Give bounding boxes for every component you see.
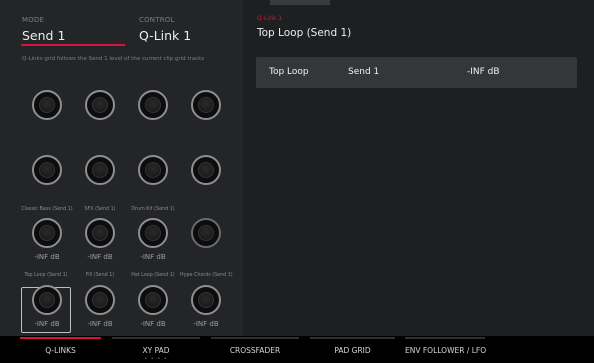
qlink-panel: MODE Send 1 CONTROL Q-Link 1 Q-Links gri… (0, 0, 243, 336)
knob-value: -INF dB (34, 253, 60, 261)
qlink-knob-9[interactable] (32, 218, 62, 248)
tab-indicator (405, 337, 485, 339)
qlink-knob-6[interactable] (85, 155, 115, 185)
grid-hint-text: Q-Links grid follows the Send 1 level of… (22, 56, 205, 62)
qlink-knob-2[interactable] (85, 90, 115, 120)
qlink-assignment-title: Top Loop (Send 1) (257, 27, 352, 39)
tab-label: XY PAD (142, 346, 170, 355)
control-label: CONTROL (139, 16, 175, 24)
tab-dots: • • • • (144, 356, 168, 362)
tab-label: Q-LINKS (45, 346, 76, 355)
qlink-knob-16[interactable] (191, 285, 221, 315)
tab-indicator (112, 337, 200, 339)
tab-q-links[interactable]: Q-LINKS (20, 336, 101, 363)
qlink-number-label: Q-Link 1 (257, 15, 283, 22)
knob-name: SFX (Send 1) (84, 207, 116, 212)
knob-name: Hat Loop (Send 1) (131, 273, 175, 278)
qlink-knob-5[interactable] (32, 155, 62, 185)
qlink-knob-10[interactable] (85, 218, 115, 248)
qlink-knob-11[interactable] (138, 218, 168, 248)
knob-name: Top Loop (Send 1) (24, 273, 68, 278)
knob-value: -INF dB (87, 320, 113, 328)
top-tab-handle (270, 0, 330, 5)
qlink-knob-4[interactable] (191, 90, 221, 120)
tab-crossfader[interactable]: CROSSFADER (211, 336, 299, 363)
qlink-knob-13[interactable] (32, 285, 62, 315)
knob-value: -INF dB (193, 320, 219, 328)
mode-label: MODE (22, 16, 45, 24)
tab-indicator (310, 337, 395, 339)
knob-value: -INF dB (34, 320, 60, 328)
qlink-knob-12[interactable] (191, 218, 221, 248)
bottom-tab-bar: Q-LINKS XY PAD • • • • CROSSFADER PAD GR… (0, 336, 594, 363)
qlink-knob-7[interactable] (138, 155, 168, 185)
qlink-knob-8[interactable] (191, 155, 221, 185)
row-track-name: Top Loop (269, 67, 309, 77)
tab-label: ENV FOLLOWER / LFO (405, 346, 487, 355)
knob-value: -INF dB (140, 320, 166, 328)
knob-name: Hype Chords (Send 1) (180, 273, 233, 278)
knob-name: Classic Bass (Send 1) (21, 207, 73, 212)
tab-label: PAD GRID (334, 346, 371, 355)
knob-value: -INF dB (140, 253, 166, 261)
qlink-knob-14[interactable] (85, 285, 115, 315)
tab-indicator (20, 337, 101, 339)
detail-panel (243, 0, 594, 336)
knob-name: Fill (Send 1) (85, 273, 115, 278)
control-selector[interactable]: Q-Link 1 (139, 28, 191, 43)
mode-underline (21, 44, 125, 46)
tab-pad-grid[interactable]: PAD GRID (310, 336, 395, 363)
tab-label: CROSSFADER (229, 346, 281, 355)
qlink-knob-3[interactable] (138, 90, 168, 120)
knob-value: -INF dB (87, 253, 113, 261)
qlink-knob-1[interactable] (32, 90, 62, 120)
tab-indicator (211, 337, 299, 339)
knob-name: Drum Kit (Send 1) (131, 207, 175, 212)
assignment-row[interactable]: Top Loop Send 1 -INF dB (256, 57, 577, 88)
row-parameter: Send 1 (348, 67, 380, 77)
qlink-knob-15[interactable] (138, 285, 168, 315)
row-value: -INF dB (467, 67, 500, 77)
tab-env-follower-lfo[interactable]: ENV FOLLOWER / LFO (405, 336, 487, 363)
tab-xy-pad[interactable]: XY PAD • • • • (112, 336, 200, 363)
mode-selector[interactable]: Send 1 (22, 28, 65, 43)
